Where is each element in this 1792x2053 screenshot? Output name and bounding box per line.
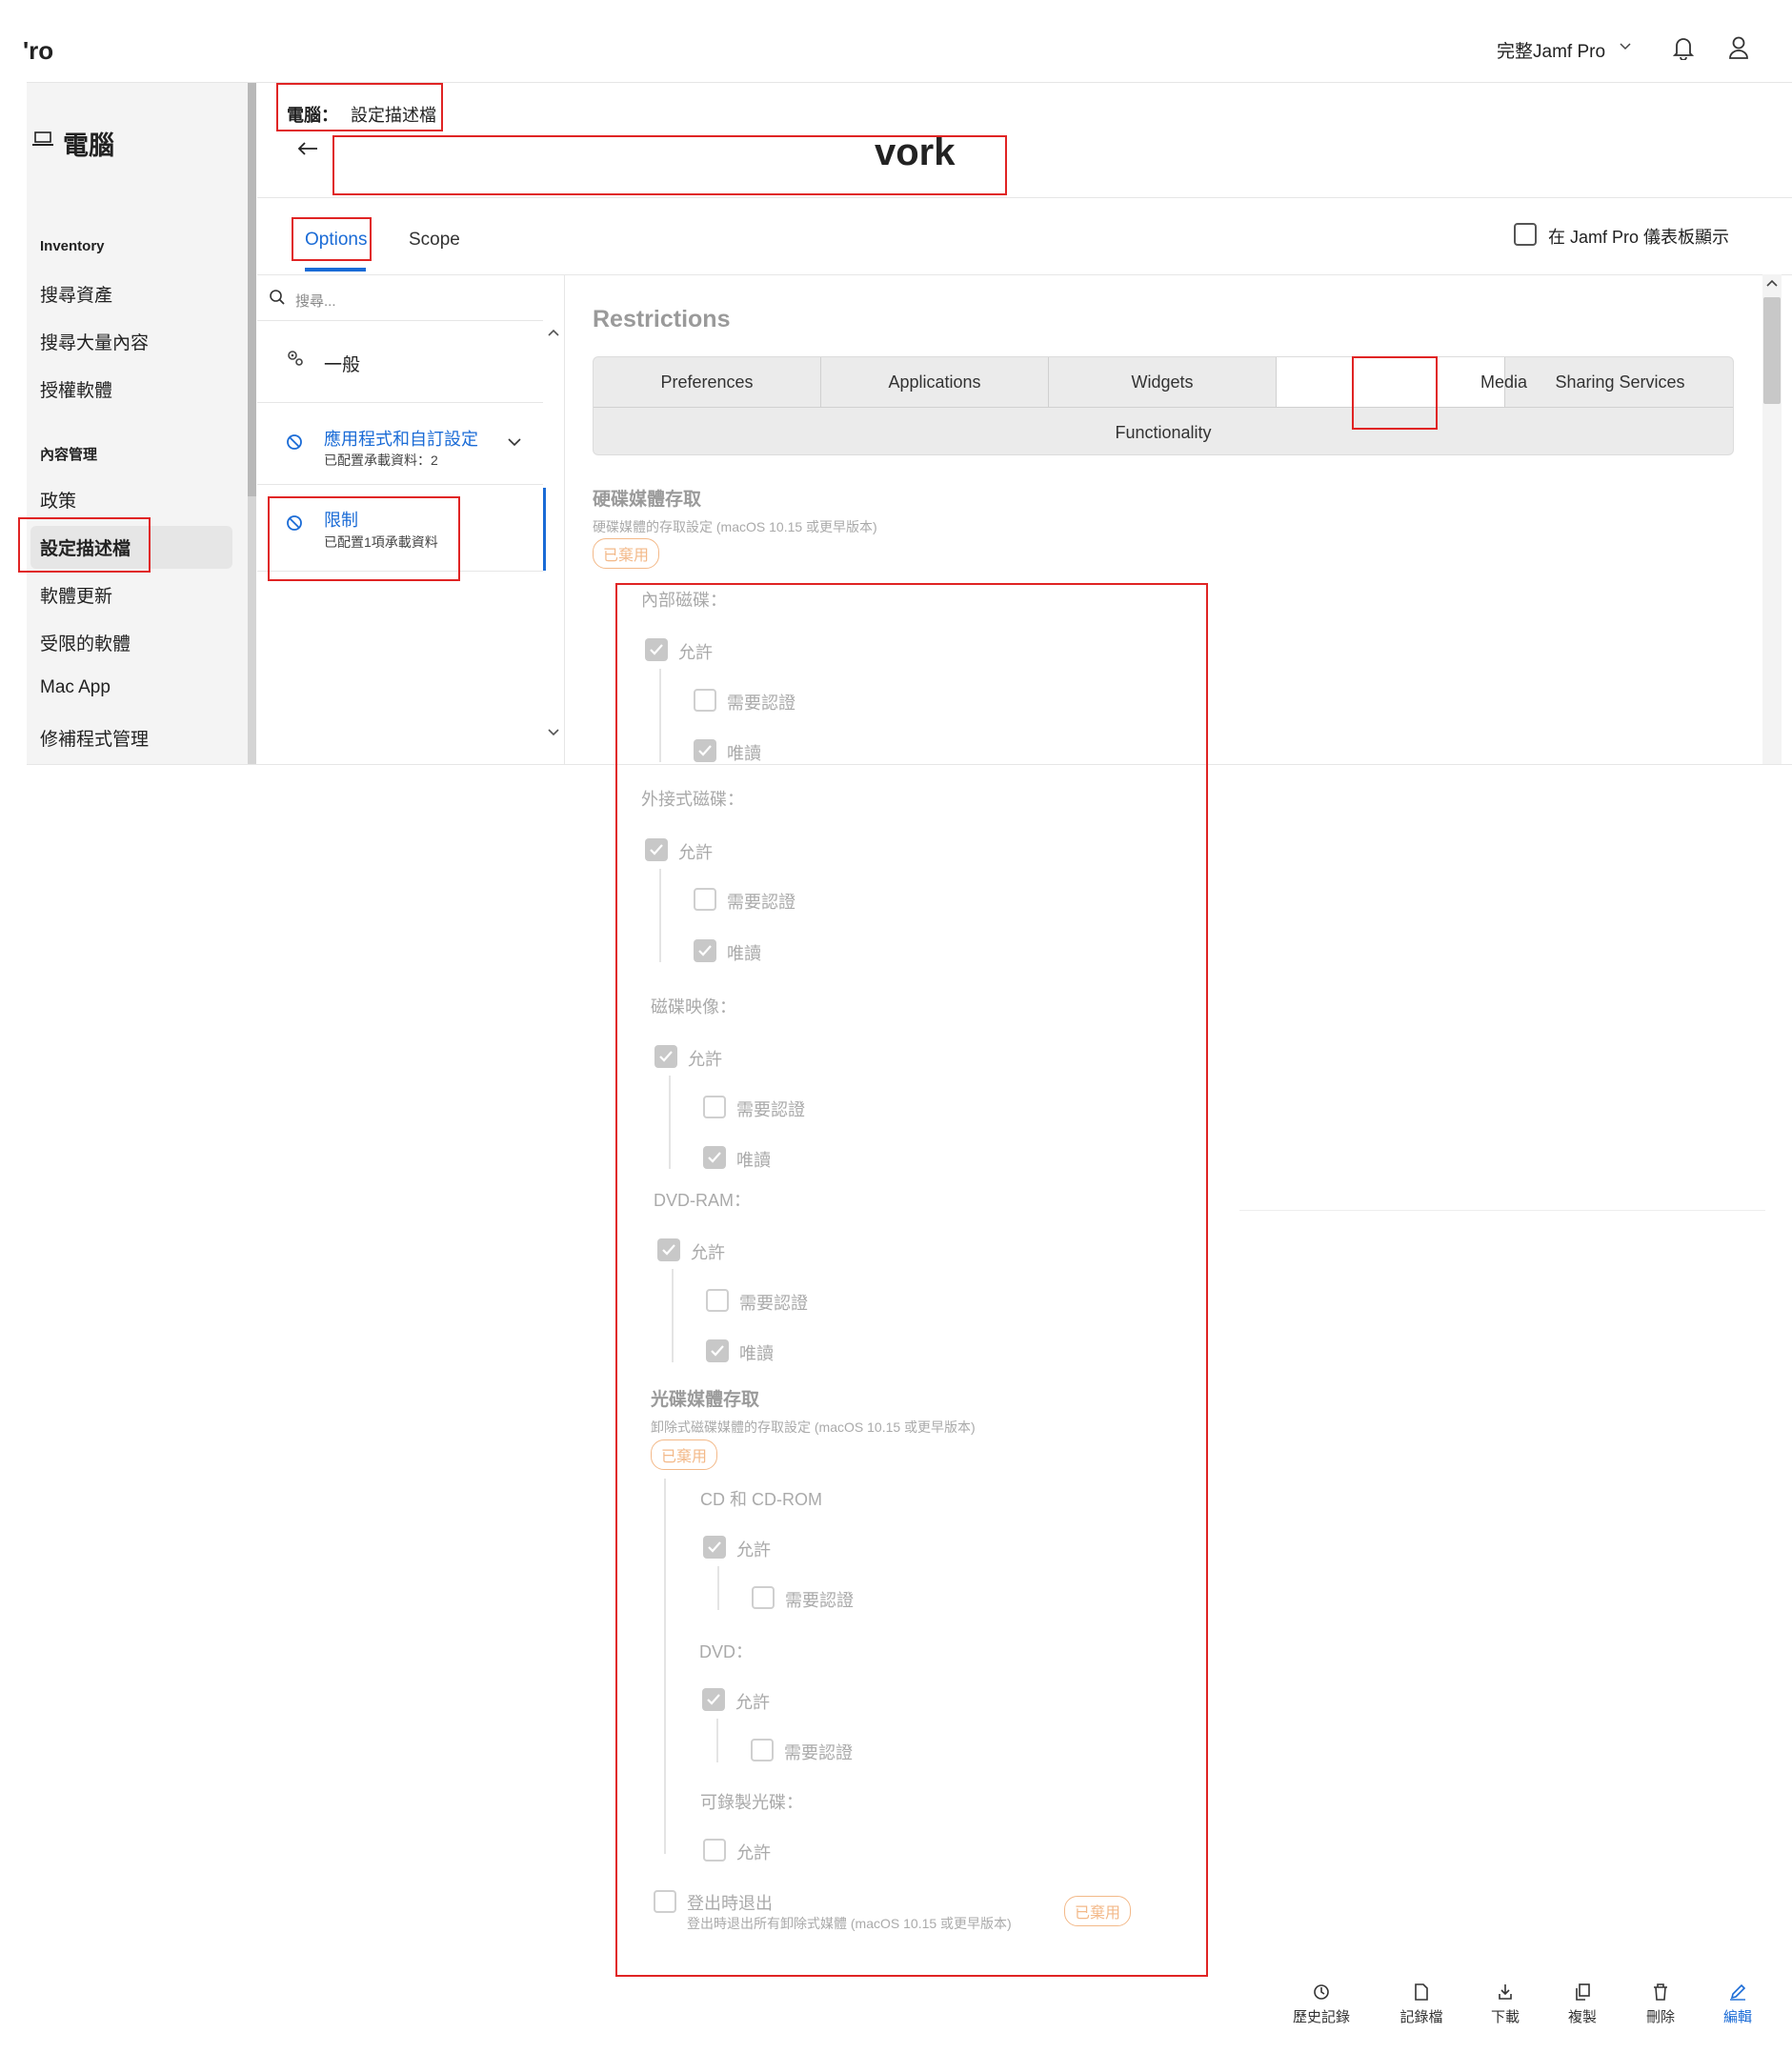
content-scrollbar-thumb[interactable]: [1763, 297, 1781, 404]
payload-divider: [257, 402, 543, 403]
edit-label: 編輯: [1722, 2009, 1752, 2025]
payload-general[interactable]: 一般: [324, 351, 360, 376]
payload-apps-custom-settings[interactable]: 應用程式和自訂設定: [324, 426, 478, 451]
header-divider: [257, 197, 1792, 198]
sidebar-item-policies[interactable]: 政策: [40, 487, 76, 513]
highlight-box: [18, 517, 151, 573]
faint-divider: [1239, 1210, 1765, 1211]
download-button[interactable]: 下載: [1467, 1983, 1543, 2026]
clone-label: 複製: [1567, 2009, 1597, 2025]
sidebar-item-restricted-software[interactable]: 受限的軟體: [40, 630, 131, 655]
download-icon: [1499, 1984, 1512, 2000]
payload-search-input[interactable]: 搜尋...: [295, 291, 336, 311]
environment-selector[interactable]: 完整Jamf Pro: [1497, 37, 1605, 63]
deprecated-badge: 已棄用: [593, 538, 660, 569]
logs-button[interactable]: 記錄檔: [1383, 1983, 1460, 2026]
sidebar-item-search-inventory[interactable]: 搜尋資產: [40, 281, 112, 307]
highlight-box: [268, 496, 460, 581]
laptop-icon: [32, 131, 53, 147]
content-title: Restrictions: [593, 306, 731, 332]
restriction-subtabs: Preferences Applications Widgets Media S…: [593, 356, 1734, 455]
trash-icon: [1654, 1983, 1667, 2001]
payload-apps-subtitle: 已配置承載資料：2: [324, 453, 438, 468]
highlight-box: [276, 83, 443, 131]
sidebar-item-search-volume[interactable]: 搜尋大量內容: [40, 329, 149, 354]
back-arrow-icon[interactable]: [297, 141, 318, 156]
subtab-preferences[interactable]: Preferences: [594, 357, 821, 407]
payload-list-scrollbar[interactable]: [543, 322, 564, 762]
sidebar-item-mac-apps[interactable]: Mac App: [40, 677, 111, 698]
dashboard-checkbox[interactable]: [1514, 223, 1537, 246]
sidebar: [27, 83, 248, 764]
clone-button[interactable]: 複製: [1544, 1983, 1621, 2026]
search-icon: [269, 289, 286, 306]
sidebar-scrollbar-thumb[interactable]: [248, 83, 256, 496]
ban-icon: [286, 433, 303, 451]
bell-icon[interactable]: [1673, 35, 1694, 60]
sidebar-section-content: 內容管理: [40, 447, 98, 463]
sidebar-item-licensed-software[interactable]: 授權軟體: [40, 376, 112, 402]
highlight-box: [1352, 356, 1438, 430]
pencil-icon: [1730, 1983, 1746, 2001]
hd-media-title: 硬碟媒體存取: [593, 490, 702, 510]
payload-divider: [257, 484, 543, 485]
highlight-box: [292, 217, 372, 261]
download-label: 下載: [1490, 2009, 1520, 2025]
logs-label: 記錄檔: [1399, 2009, 1443, 2025]
app-brand: 'ro: [23, 36, 54, 65]
highlight-box: [615, 583, 1208, 1977]
delete-button[interactable]: 刪除: [1622, 1983, 1699, 2026]
subtab-widgets[interactable]: Widgets: [1049, 357, 1277, 407]
edit-button[interactable]: 編輯: [1700, 1983, 1776, 2026]
tab-scope[interactable]: Scope: [409, 230, 460, 251]
chevron-down-icon[interactable]: [507, 436, 522, 448]
history-button[interactable]: 歷史記錄: [1283, 1983, 1359, 2026]
sidebar-item-patch-management[interactable]: 修補程式管理: [40, 725, 149, 751]
history-label: 歷史記錄: [1292, 2009, 1350, 2025]
payload-divider: [257, 320, 543, 321]
delete-label: 刪除: [1645, 2009, 1675, 2025]
dashboard-label: 在 Jamf Pro 儀表板顯示: [1548, 228, 1730, 247]
hd-media-desc: 硬碟媒體的存取設定 (macOS 10.15 或更早版本): [593, 519, 877, 534]
sidebar-item-software-updates[interactable]: 軟體更新: [40, 582, 112, 608]
sidebar-heading: 電腦: [63, 131, 114, 160]
tab-options-underline: [305, 268, 366, 272]
document-icon: [1415, 1983, 1428, 2001]
subtab-sharing-services[interactable]: Sharing Services: [1505, 357, 1733, 407]
chevron-down-icon[interactable]: [1620, 42, 1631, 51]
copy-icon: [1576, 1983, 1590, 2001]
gears-icon: [286, 349, 305, 368]
subtab-applications[interactable]: Applications: [821, 357, 1049, 407]
clock-icon: [1314, 1984, 1329, 2000]
sidebar-section-inventory: Inventory: [40, 238, 105, 254]
subtab-functionality[interactable]: Functionality: [594, 407, 1733, 454]
user-icon[interactable]: [1728, 35, 1749, 60]
page-title-visible: vork: [875, 131, 956, 173]
